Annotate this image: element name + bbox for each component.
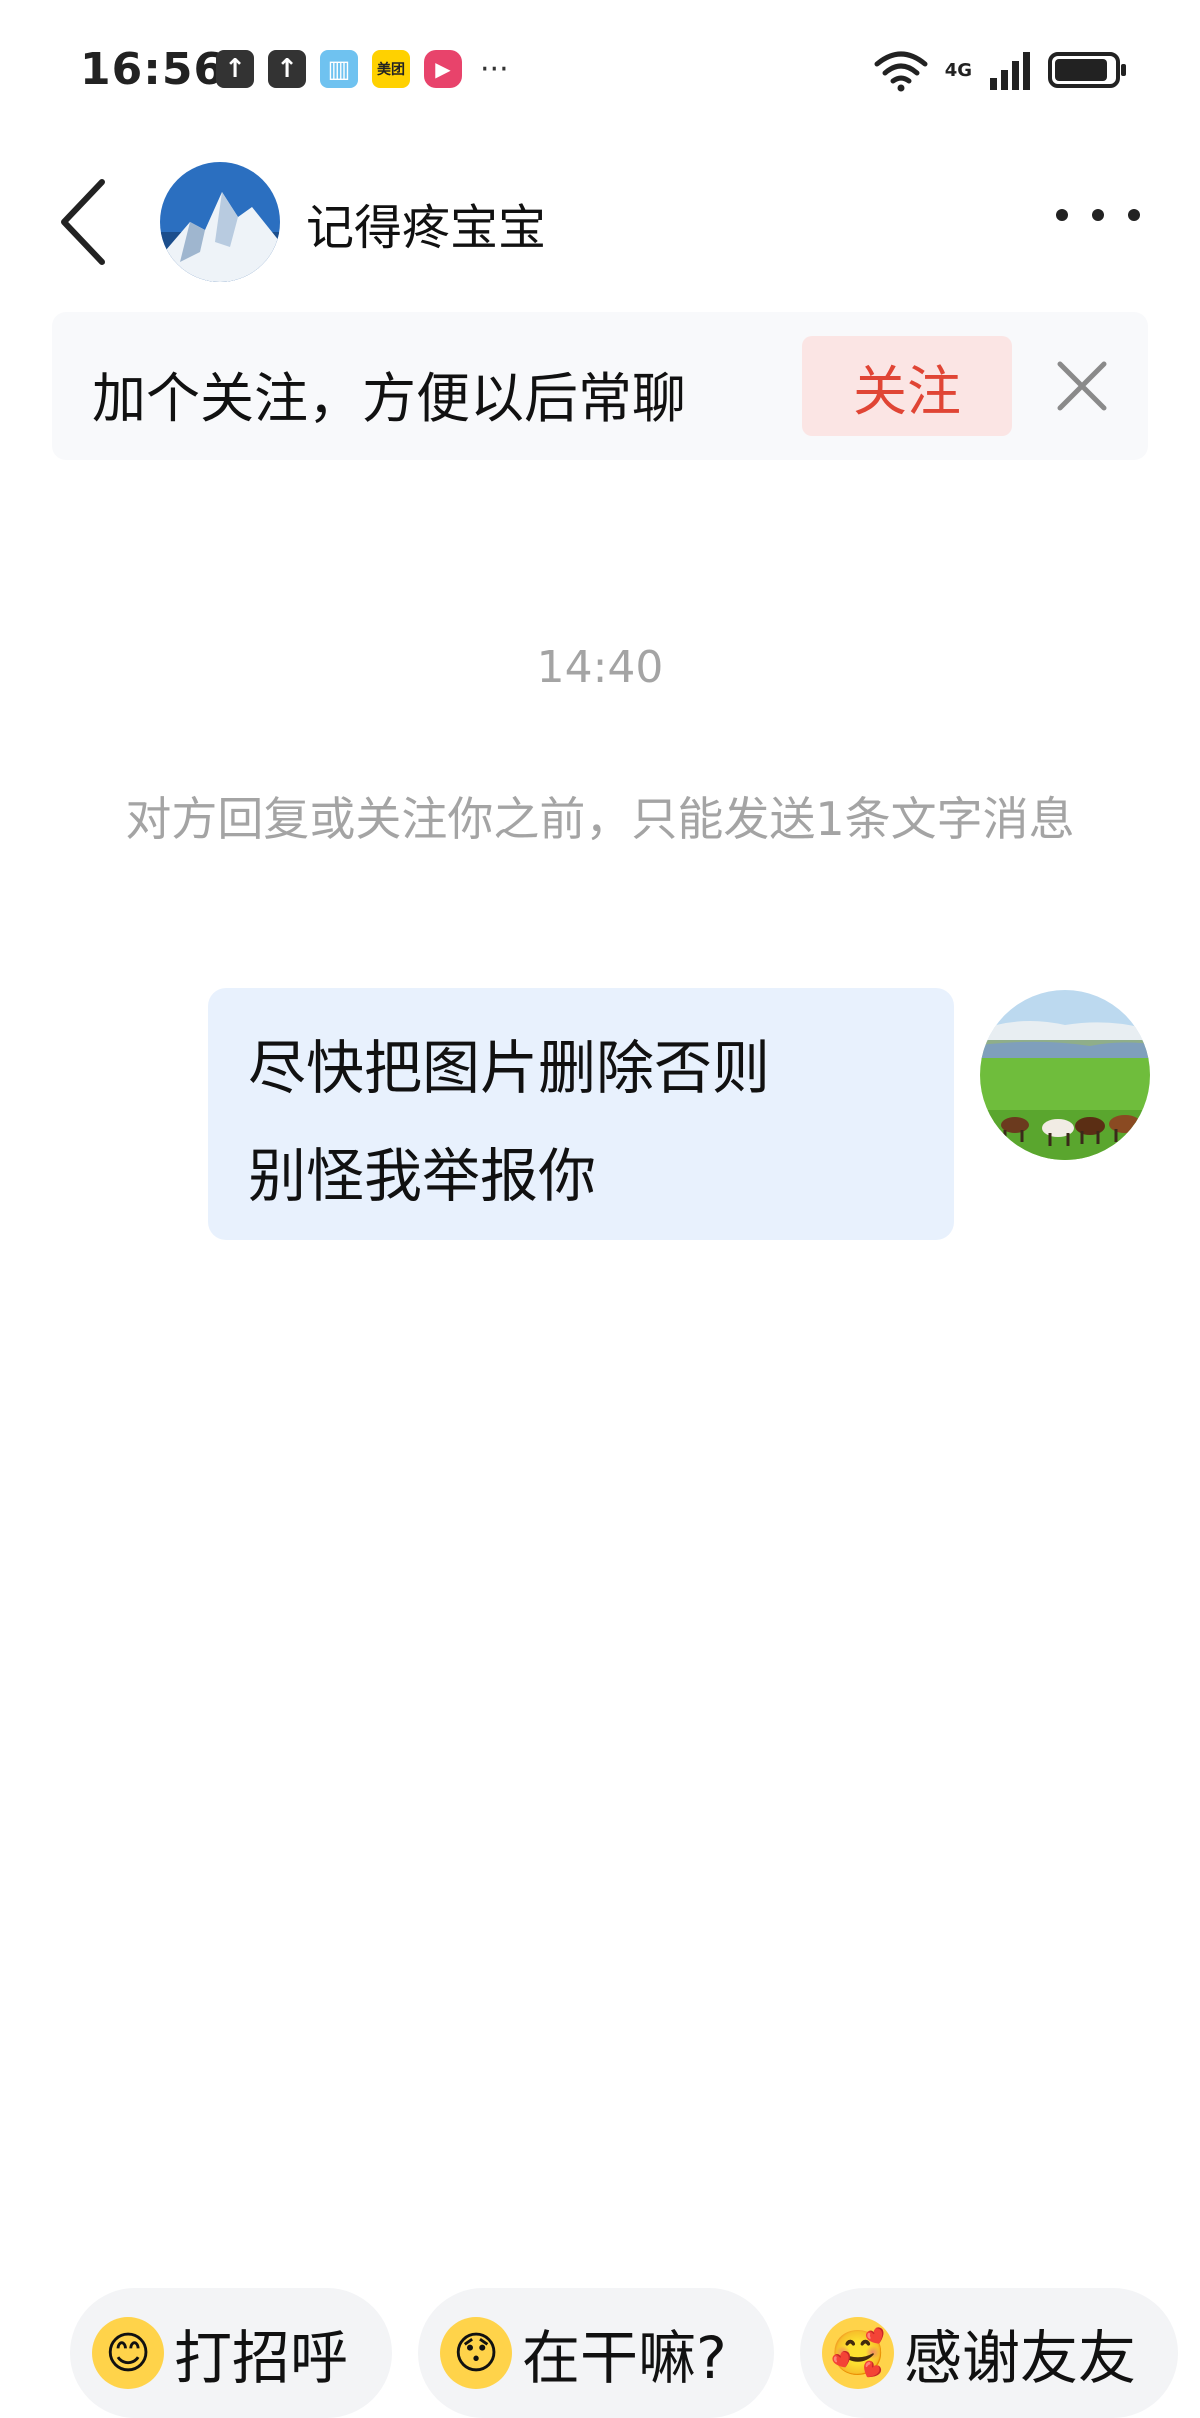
wifi-icon (874, 51, 928, 92)
quick-reply-label: 在干嘛? (522, 2324, 727, 2392)
dot-icon (1092, 209, 1104, 221)
more-options-button[interactable] (1056, 200, 1140, 230)
message-line: 别怪我举报你 (248, 1142, 597, 1210)
message-bubble[interactable]: 尽快把图片删除否则 别怪我举报你 (208, 988, 954, 1240)
upload-icon: ↑ (216, 50, 254, 88)
message-line: 尽快把图片删除否则 (248, 1034, 771, 1102)
message-timestamp: 14:40 (536, 642, 664, 693)
status-time: 16:56 (80, 44, 226, 95)
follow-banner: 加个关注，方便以后常聊 关注 (52, 312, 1148, 460)
meituan-icon: 美团 (372, 50, 410, 88)
quick-reply-thanks[interactable]: 🥰 感谢友友 (800, 2288, 1178, 2418)
quick-reply-what-doing[interactable]: 😯 在干嘛? (418, 2288, 774, 2418)
close-icon[interactable] (1050, 354, 1114, 418)
quick-reply-label: 感谢友友 (904, 2324, 1137, 2392)
message-limit-notice: 对方回复或关注你之前，只能发送1条文字消息 (125, 792, 1075, 846)
hug-emoji-icon: 🥰 (822, 2317, 894, 2389)
follow-prompt-text: 加个关注，方便以后常聊 (92, 367, 686, 430)
quick-reply-label: 打招呼 (174, 2324, 349, 2392)
chat-header: 记得疼宝宝 (0, 150, 1200, 290)
dot-icon (1128, 209, 1140, 221)
quick-reply-bar: 😊 打招呼 😯 在干嘛? 🥰 感谢友友 (0, 2288, 1200, 2418)
surprised-emoji-icon: 😯 (440, 2317, 512, 2389)
quick-reply-greet[interactable]: 😊 打招呼 (70, 2288, 392, 2418)
book-icon: ▥ (320, 50, 358, 88)
status-bar: 16:56 ↑ ↑ ▥ 美团 ▶ ··· 4G (0, 0, 1200, 140)
battery-level (1055, 59, 1107, 81)
dot-icon (1056, 209, 1068, 221)
smile-emoji-icon: 😊 (92, 2317, 164, 2389)
network-type: 4G (944, 59, 972, 81)
signal-icon (990, 52, 1030, 90)
battery-icon (1048, 52, 1126, 88)
follow-button[interactable]: 关注 (802, 336, 1012, 436)
back-button[interactable] (50, 172, 120, 272)
contact-avatar[interactable] (160, 162, 280, 282)
system-indicators: 4G (873, 48, 1126, 92)
notification-icons: ↑ ↑ ▥ 美团 ▶ ··· (216, 50, 509, 88)
video-icon: ▶ (424, 50, 462, 88)
contact-name[interactable]: 记得疼宝宝 (306, 188, 546, 258)
more-notifications-icon: ··· (480, 51, 509, 87)
my-avatar[interactable] (980, 990, 1150, 1160)
upload-icon: ↑ (268, 50, 306, 88)
